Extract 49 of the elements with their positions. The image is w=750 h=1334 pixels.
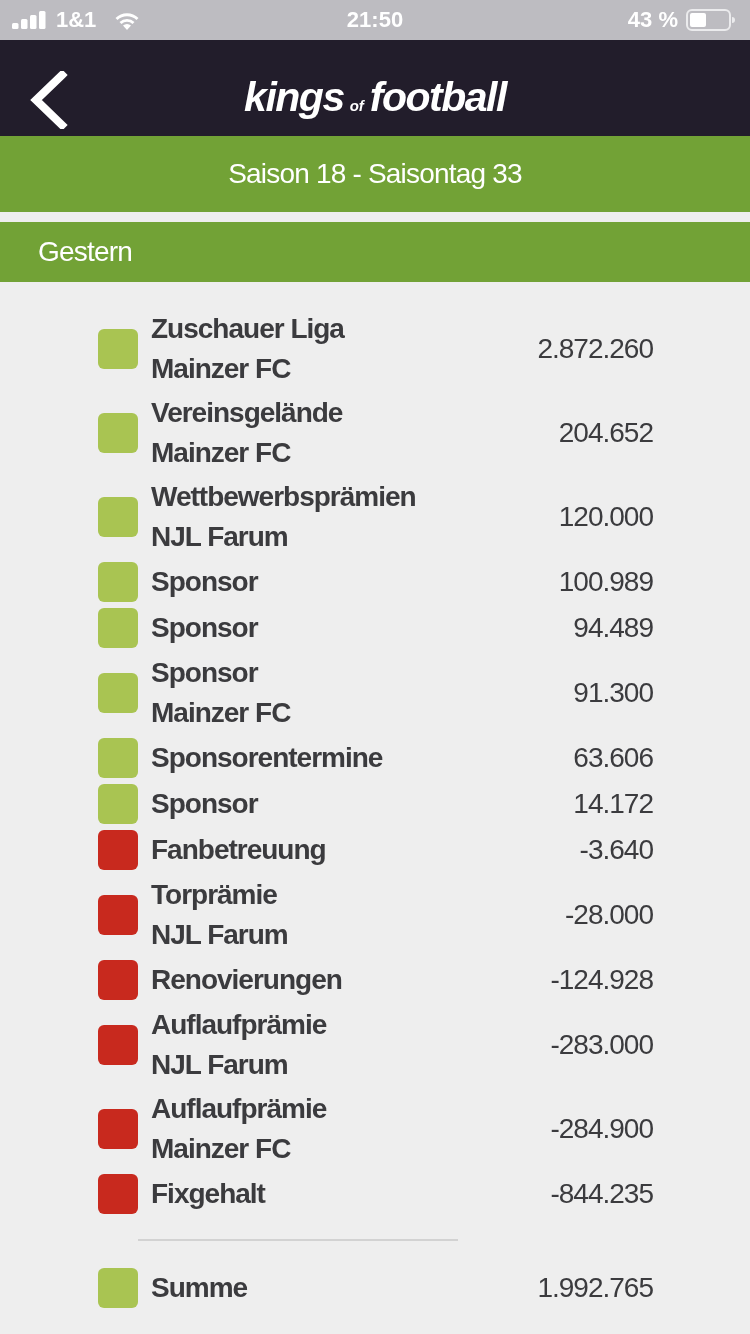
entry-title: Torprämie bbox=[151, 878, 278, 912]
amount-value: 2.872.260 bbox=[537, 332, 653, 366]
amount-value: 120.000 bbox=[558, 500, 653, 534]
club-name: Mainzer FC bbox=[151, 436, 292, 470]
entry-title: Sponsor bbox=[151, 656, 260, 690]
chevron-left-icon bbox=[28, 71, 68, 129]
wifi-icon bbox=[114, 10, 141, 30]
amount-value: 94.489 bbox=[573, 611, 653, 645]
amount-value: -124.928 bbox=[550, 963, 653, 997]
clock-time: 21:50 bbox=[346, 7, 404, 33]
club-name: Mainzer FC bbox=[151, 1132, 292, 1166]
logo-text: football bbox=[369, 74, 506, 120]
entry-title: Auflaufprämie bbox=[151, 1092, 328, 1126]
total-value: 1.992.765 bbox=[537, 1271, 653, 1305]
amount-value: 91.300 bbox=[573, 676, 653, 710]
entry-title: Sponsor bbox=[151, 611, 260, 645]
amount-value: -28.000 bbox=[565, 898, 653, 932]
amount-value: -844.235 bbox=[550, 1177, 653, 1211]
battery-percent: 43 % bbox=[627, 7, 678, 33]
club-name: Mainzer FC bbox=[151, 352, 292, 386]
total-label: Summe bbox=[151, 1271, 249, 1305]
entry-title: Sponsorentermine bbox=[151, 741, 384, 775]
logo-text: of bbox=[349, 97, 364, 115]
carrier-name: 1&1 bbox=[56, 7, 97, 33]
season-title: Saison 18 - Saisontag 33 bbox=[228, 157, 522, 191]
amount-value: 14.172 bbox=[573, 787, 653, 821]
entry-title: Sponsor bbox=[151, 787, 260, 821]
amount-value: 63.606 bbox=[573, 741, 653, 775]
amount-value: -3.640 bbox=[579, 833, 653, 867]
entry-title: Vereinsgelände bbox=[151, 396, 344, 430]
amount-value: 204.652 bbox=[558, 416, 653, 450]
club-name: NJL Farum bbox=[151, 1048, 289, 1082]
entry-title: Fanbetreuung bbox=[151, 833, 327, 867]
amount-value: -284.900 bbox=[550, 1112, 653, 1146]
club-name: NJL Farum bbox=[151, 918, 289, 952]
entry-title: Auflaufprämie bbox=[151, 1008, 328, 1042]
entry-title: Wettbewerbsprämien bbox=[151, 480, 417, 514]
amount-value: -283.000 bbox=[550, 1028, 653, 1062]
signal-icon bbox=[12, 11, 48, 29]
battery-icon bbox=[686, 9, 736, 31]
section-title: Gestern bbox=[38, 235, 132, 269]
club-name: NJL Farum bbox=[151, 520, 289, 554]
logo-text: kings bbox=[244, 74, 344, 120]
entry-title: Sponsor bbox=[151, 565, 260, 599]
amount-value: 100.989 bbox=[558, 565, 653, 599]
entry-title: Renovierungen bbox=[151, 963, 343, 997]
entry-title: Zuschauer Liga bbox=[151, 312, 346, 346]
entry-title: Fixgehalt bbox=[151, 1177, 267, 1211]
club-name: Mainzer FC bbox=[151, 696, 292, 730]
